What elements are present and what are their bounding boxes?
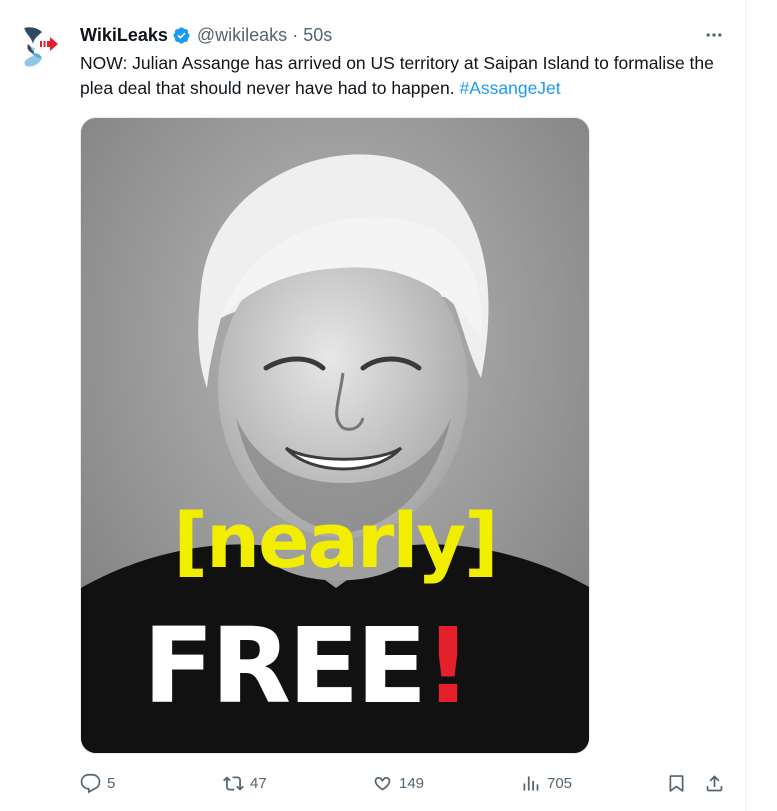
share-upload-icon	[706, 774, 723, 791]
reply-button[interactable]: 5	[80, 770, 115, 796]
timestamp[interactable]: 50s	[303, 25, 332, 46]
repost-arrows-icon	[223, 775, 244, 791]
views-bars-icon	[523, 776, 539, 790]
more-dots-icon	[706, 33, 722, 37]
more-button[interactable]	[700, 24, 728, 46]
views-count: 705	[547, 774, 573, 792]
avatar[interactable]	[16, 22, 66, 72]
reply-count: 5	[107, 774, 116, 792]
tweet-body: NOW: Julian Assange has arrived on US te…	[80, 53, 714, 98]
repost-button[interactable]: 47	[223, 770, 267, 796]
bookmark-icon	[669, 774, 684, 792]
overlay-free-word: FREE	[143, 605, 427, 727]
display-name[interactable]: WikiLeaks	[80, 25, 168, 46]
share-button[interactable]	[704, 770, 725, 796]
bookmark-button[interactable]	[666, 770, 687, 796]
overlay-nearly-text: [nearly]	[173, 496, 498, 585]
heart-icon	[374, 776, 391, 790]
like-count: 149	[399, 774, 425, 792]
tweet-header: WikiLeaks @wikileaks · 50s	[80, 24, 332, 46]
tweet-image[interactable]: [nearly] FREE!	[80, 117, 590, 754]
wikileaks-logo-icon	[24, 27, 58, 67]
tweet-card[interactable]: WikiLeaks @wikileaks · 50s NOW: Julian A…	[0, 0, 746, 811]
handle[interactable]: @wikileaks	[197, 25, 287, 46]
views-button[interactable]: 705	[520, 770, 572, 796]
overlay-free-text: FREE!	[143, 605, 472, 727]
overlay-exclamation: !	[424, 605, 471, 727]
tweet-text: NOW: Julian Assange has arrived on US te…	[80, 51, 735, 101]
reply-bubble-icon	[80, 773, 101, 793]
verified-badge-icon[interactable]	[172, 26, 191, 45]
separator: ·	[292, 24, 299, 45]
tweet-actions: 5 47 149 705	[80, 770, 730, 796]
repost-count: 47	[250, 774, 267, 792]
like-button[interactable]: 149	[372, 770, 424, 796]
hashtag-link[interactable]: #AssangeJet	[459, 78, 560, 98]
